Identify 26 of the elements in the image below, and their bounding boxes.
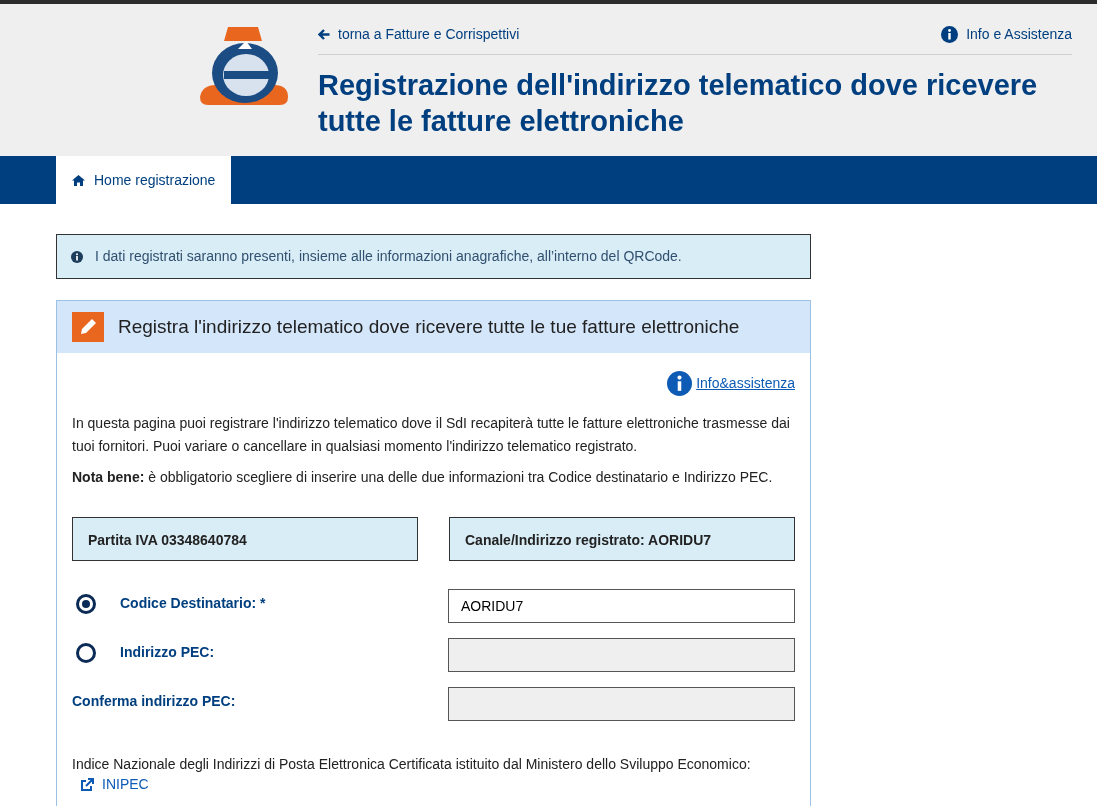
arrow-left-icon <box>318 29 330 40</box>
logo-icon <box>200 27 290 105</box>
panel-title: Registra l'indirizzo telematico dove ricevere tutte le tue fatture elettroniche <box>118 315 740 339</box>
inipec-link[interactable]: INIPEC <box>80 774 149 795</box>
paragraph: In questa pagina puoi registrare l'indirizzo telematico dove il SdI recapiterà tutte le fatture elettroniche trasmesse dai tuoi fornitori. Puoi variare o cancellare in qualsiasi momento l'indirizzo telematico registrato. <box>72 414 791 456</box>
home-tab[interactable]: Home registrazione <box>56 156 232 204</box>
info-icon <box>667 371 693 396</box>
paragraph: Nota bene: è obbligatorio scegliere di inserire una delle due informazioni tra Codice destinatario e Indirizzo PEC. <box>72 468 774 487</box>
help-link[interactable]: Info e Assistenza <box>941 24 1072 45</box>
info-icon <box>71 250 83 263</box>
info-box: Partita IVA 03348640784 <box>72 517 418 561</box>
page-title: Registrazione dell'indirizzo telematico dove ricevere tutte le fatture elettroniche <box>318 68 1039 139</box>
notice-text: I dati registrati saranno presenti, insieme alle informazioni anagrafiche, all’interno del QRCode. <box>95 247 682 266</box>
field-label: Conferma indirizzo PEC: <box>72 692 236 711</box>
info-icon <box>941 26 959 43</box>
help-link[interactable]: Info&assistenza <box>667 371 795 396</box>
radio-button[interactable] <box>76 593 96 614</box>
field-label: Indirizzo PEC: <box>120 643 215 662</box>
info-box: Canale/Indirizzo registrato: AORIDU7 <box>449 517 795 561</box>
back-link[interactable]: torna a Fatture e Corrispettivi <box>318 24 520 45</box>
home-icon <box>72 174 85 186</box>
footer-text: Indice Nazionale degli Indirizzi di Posta Elettronica Certificata istituito dal Ministero dello Sviluppo Economico: <box>72 755 752 774</box>
pencil-icon <box>72 312 104 342</box>
input-field[interactable]: AORIDU7 <box>448 589 795 623</box>
field-label: Codice Destinatario: * <box>120 594 266 613</box>
external-link-icon <box>80 777 94 792</box>
